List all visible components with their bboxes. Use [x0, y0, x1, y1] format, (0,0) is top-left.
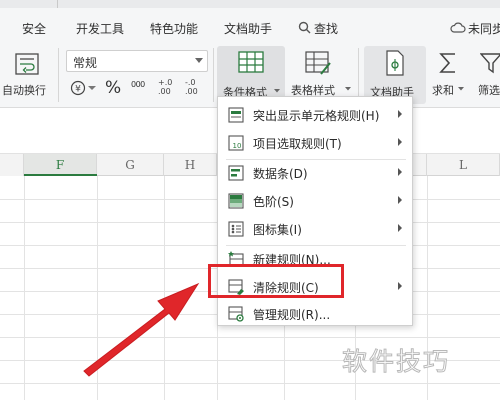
- annotation-arrow: [83, 282, 200, 377]
- watermark-text: 软件技巧: [341, 347, 451, 377]
